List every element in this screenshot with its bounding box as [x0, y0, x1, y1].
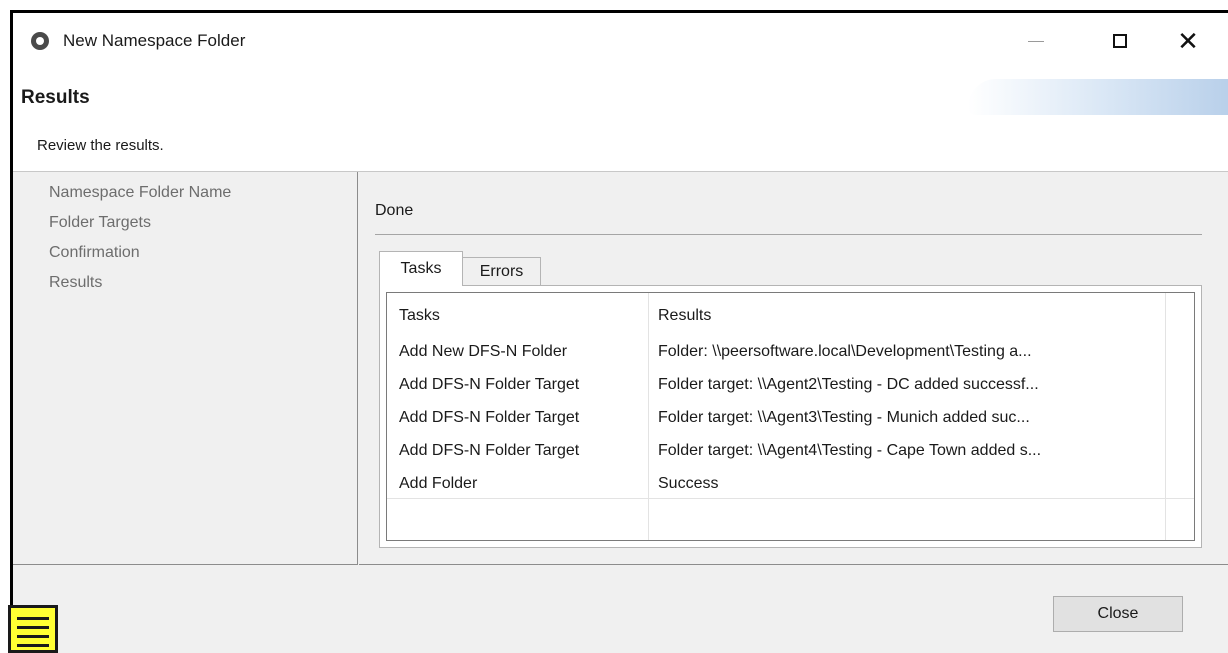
- table-cell-task[interactable]: Add DFS-N Folder Target: [399, 409, 579, 427]
- close-icon: ✕: [1177, 26, 1199, 56]
- nav-step-results: Results: [49, 274, 103, 291]
- table-cell-task[interactable]: Add DFS-N Folder Target: [399, 376, 579, 394]
- note-icon[interactable]: [8, 605, 58, 653]
- column-divider: [648, 293, 649, 540]
- maximize-icon: [1113, 34, 1127, 48]
- note-line: [17, 644, 49, 647]
- column-header-results[interactable]: Results: [658, 307, 711, 325]
- window-title: New Namespace Folder: [63, 31, 246, 50]
- column-header-tasks[interactable]: Tasks: [399, 307, 440, 325]
- peer-software-logo-icon: [31, 32, 49, 50]
- note-line: [17, 617, 49, 620]
- nav-step-confirmation: Confirmation: [49, 244, 140, 261]
- column-divider: [1165, 293, 1166, 540]
- wizard-steps-nav: Namespace Folder Name Folder Targets Con…: [13, 172, 358, 565]
- title-bar: New Namespace Folder ✕: [13, 13, 1228, 71]
- wizard-header: Results Review the results.: [13, 71, 1228, 172]
- note-line: [17, 626, 49, 629]
- header-banner-graphic: [968, 79, 1228, 115]
- page-title: Results: [21, 87, 90, 108]
- table-cell-result[interactable]: Folder: \\peersoftware.local\Development…: [658, 343, 1032, 361]
- table-cell-result[interactable]: Success: [658, 475, 718, 493]
- maximize-button[interactable]: [1097, 19, 1143, 63]
- table-cell-result[interactable]: Folder target: \\Agent4\Testing - Cape T…: [658, 442, 1041, 460]
- results-panel: Done Tasks Errors Tasks Results Add New …: [359, 172, 1228, 565]
- nav-step-folder-targets: Folder Targets: [49, 214, 151, 231]
- tab-errors[interactable]: Errors: [463, 257, 541, 286]
- table-cell-task[interactable]: Add New DFS-N Folder: [399, 343, 567, 361]
- tasks-tab-panel: Tasks Results Add New DFS-N Folder Folde…: [379, 285, 1202, 548]
- status-separator: [375, 234, 1202, 235]
- table-cell-task[interactable]: Add Folder: [399, 475, 477, 493]
- close-button[interactable]: Close: [1053, 596, 1183, 632]
- table-cell-result[interactable]: Folder target: \\Agent2\Testing - DC add…: [658, 376, 1039, 394]
- dialog-footer: Close: [13, 566, 1228, 653]
- table-cell-result[interactable]: Folder target: \\Agent3\Testing - Munich…: [658, 409, 1030, 427]
- row-divider: [387, 498, 1194, 499]
- table-cell-task[interactable]: Add DFS-N Folder Target: [399, 442, 579, 460]
- status-text: Done: [375, 202, 414, 219]
- tasks-table[interactable]: Tasks Results Add New DFS-N Folder Folde…: [386, 292, 1195, 541]
- close-window-button[interactable]: ✕: [1165, 19, 1211, 63]
- page-subtitle: Review the results.: [37, 137, 164, 154]
- tab-tasks[interactable]: Tasks: [379, 251, 463, 286]
- note-line: [17, 635, 49, 638]
- minimize-icon: [1028, 40, 1044, 42]
- nav-step-namespace-folder-name: Namespace Folder Name: [49, 184, 232, 201]
- minimize-button[interactable]: [1013, 19, 1059, 63]
- dialog-window: New Namespace Folder ✕ Results Review th…: [10, 10, 1228, 653]
